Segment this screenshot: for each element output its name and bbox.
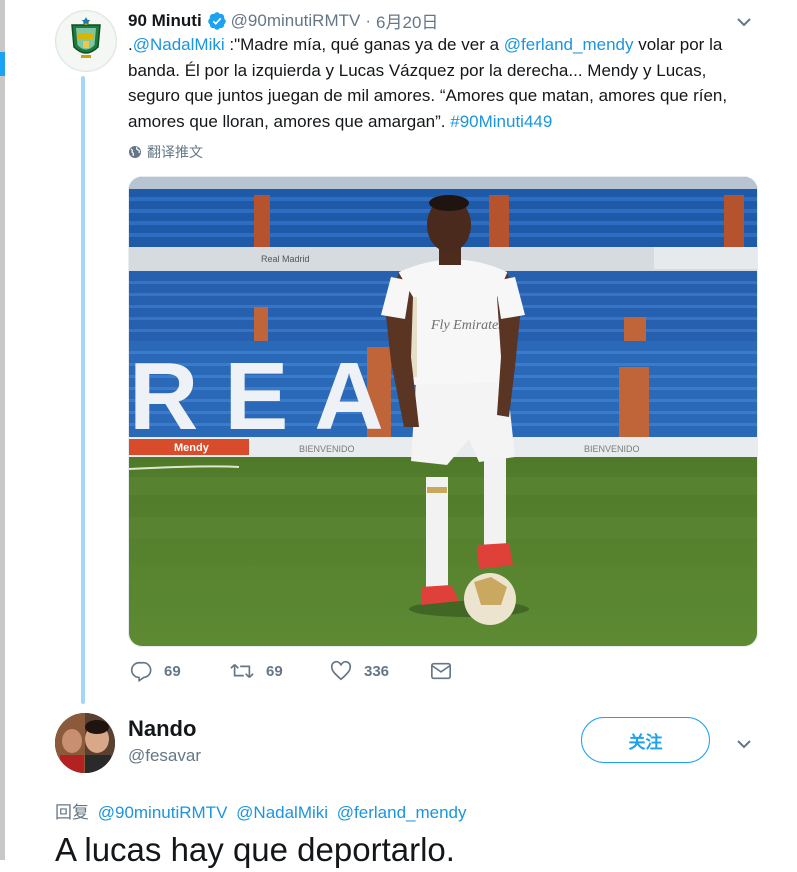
tweet-photo[interactable]: Real Madrid REAL Mendy BIENVENIDO BIENVE…	[128, 176, 758, 647]
translate-label: 翻译推文	[147, 144, 203, 160]
reply-button[interactable]: 69	[130, 660, 230, 682]
avatar[interactable]	[55, 713, 115, 773]
club-crest-icon	[57, 12, 115, 70]
author-handle[interactable]: @90minutiRMTV	[231, 11, 361, 31]
like-icon	[330, 660, 352, 681]
like-count: 336	[364, 662, 390, 680]
mention-link[interactable]: @90minutiRMTV	[98, 803, 228, 822]
globe-icon	[129, 146, 141, 158]
retweet-icon	[230, 663, 254, 679]
follow-button[interactable]: 关注	[581, 717, 710, 763]
window-edge	[0, 0, 5, 860]
reply-author-handle[interactable]: @fesavar	[128, 746, 201, 766]
stand-sign: Real Madrid	[261, 254, 310, 264]
reply-count: 69	[164, 662, 181, 680]
jersey-sponsor: Fly Emirates	[430, 318, 504, 333]
mention-link[interactable]: @NadalMiki	[236, 803, 328, 822]
verified-badge-icon	[207, 11, 226, 30]
chevron-down-icon[interactable]	[735, 13, 753, 31]
mention-link[interactable]: @NadalMiki	[133, 35, 225, 54]
retweet-count: 69	[266, 662, 283, 680]
reply-icon	[130, 661, 152, 682]
author-name[interactable]: 90 Minuti	[128, 11, 202, 31]
tweet-date[interactable]: 6月20日	[376, 8, 438, 33]
separator-dot: ·	[365, 10, 372, 30]
chevron-down-icon[interactable]	[735, 735, 753, 753]
window-edge-highlight	[0, 52, 5, 76]
stadium-player-photo: Real Madrid REAL Mendy BIENVENIDO BIENVE…	[129, 177, 757, 646]
tweet-text-part: :"Madre mía, qué ganas ya de ver a	[224, 35, 504, 54]
translate-tweet-link[interactable]: 翻译推文	[128, 142, 203, 162]
like-button[interactable]: 336	[330, 660, 430, 682]
tweet-header: 90 Minuti @90minutiRMTV · 6月20日	[128, 8, 438, 33]
message-icon	[431, 662, 451, 680]
reply-to-prefix: 回复	[55, 803, 89, 822]
retweet-button[interactable]: 69	[230, 660, 330, 682]
avatar[interactable]	[55, 10, 117, 72]
ad-board-text: Mendy	[174, 442, 210, 454]
user-photo	[55, 713, 115, 773]
tweet-actions: 69 69 336	[130, 660, 452, 682]
mention-link[interactable]: @ferland_mendy	[337, 803, 467, 822]
mention-link[interactable]: @ferland_mendy	[504, 35, 634, 54]
board-text: BIENVENIDO	[299, 444, 355, 454]
reply-author-name[interactable]: Nando	[128, 716, 196, 742]
direct-message-button[interactable]	[430, 660, 452, 682]
hashtag-link[interactable]: #90Minuti449	[450, 112, 552, 131]
tweet-text: .@NadalMiki :"Madre mía, qué ganas ya de…	[128, 32, 753, 134]
board-text: BIENVENIDO	[584, 444, 640, 454]
reply-text: A lucas hay que deportarlo.	[55, 831, 455, 868]
thread-line	[81, 76, 85, 704]
reply-to-line: 回复 @90minutiRMTV @NadalMiki @ferland_men…	[55, 798, 467, 823]
